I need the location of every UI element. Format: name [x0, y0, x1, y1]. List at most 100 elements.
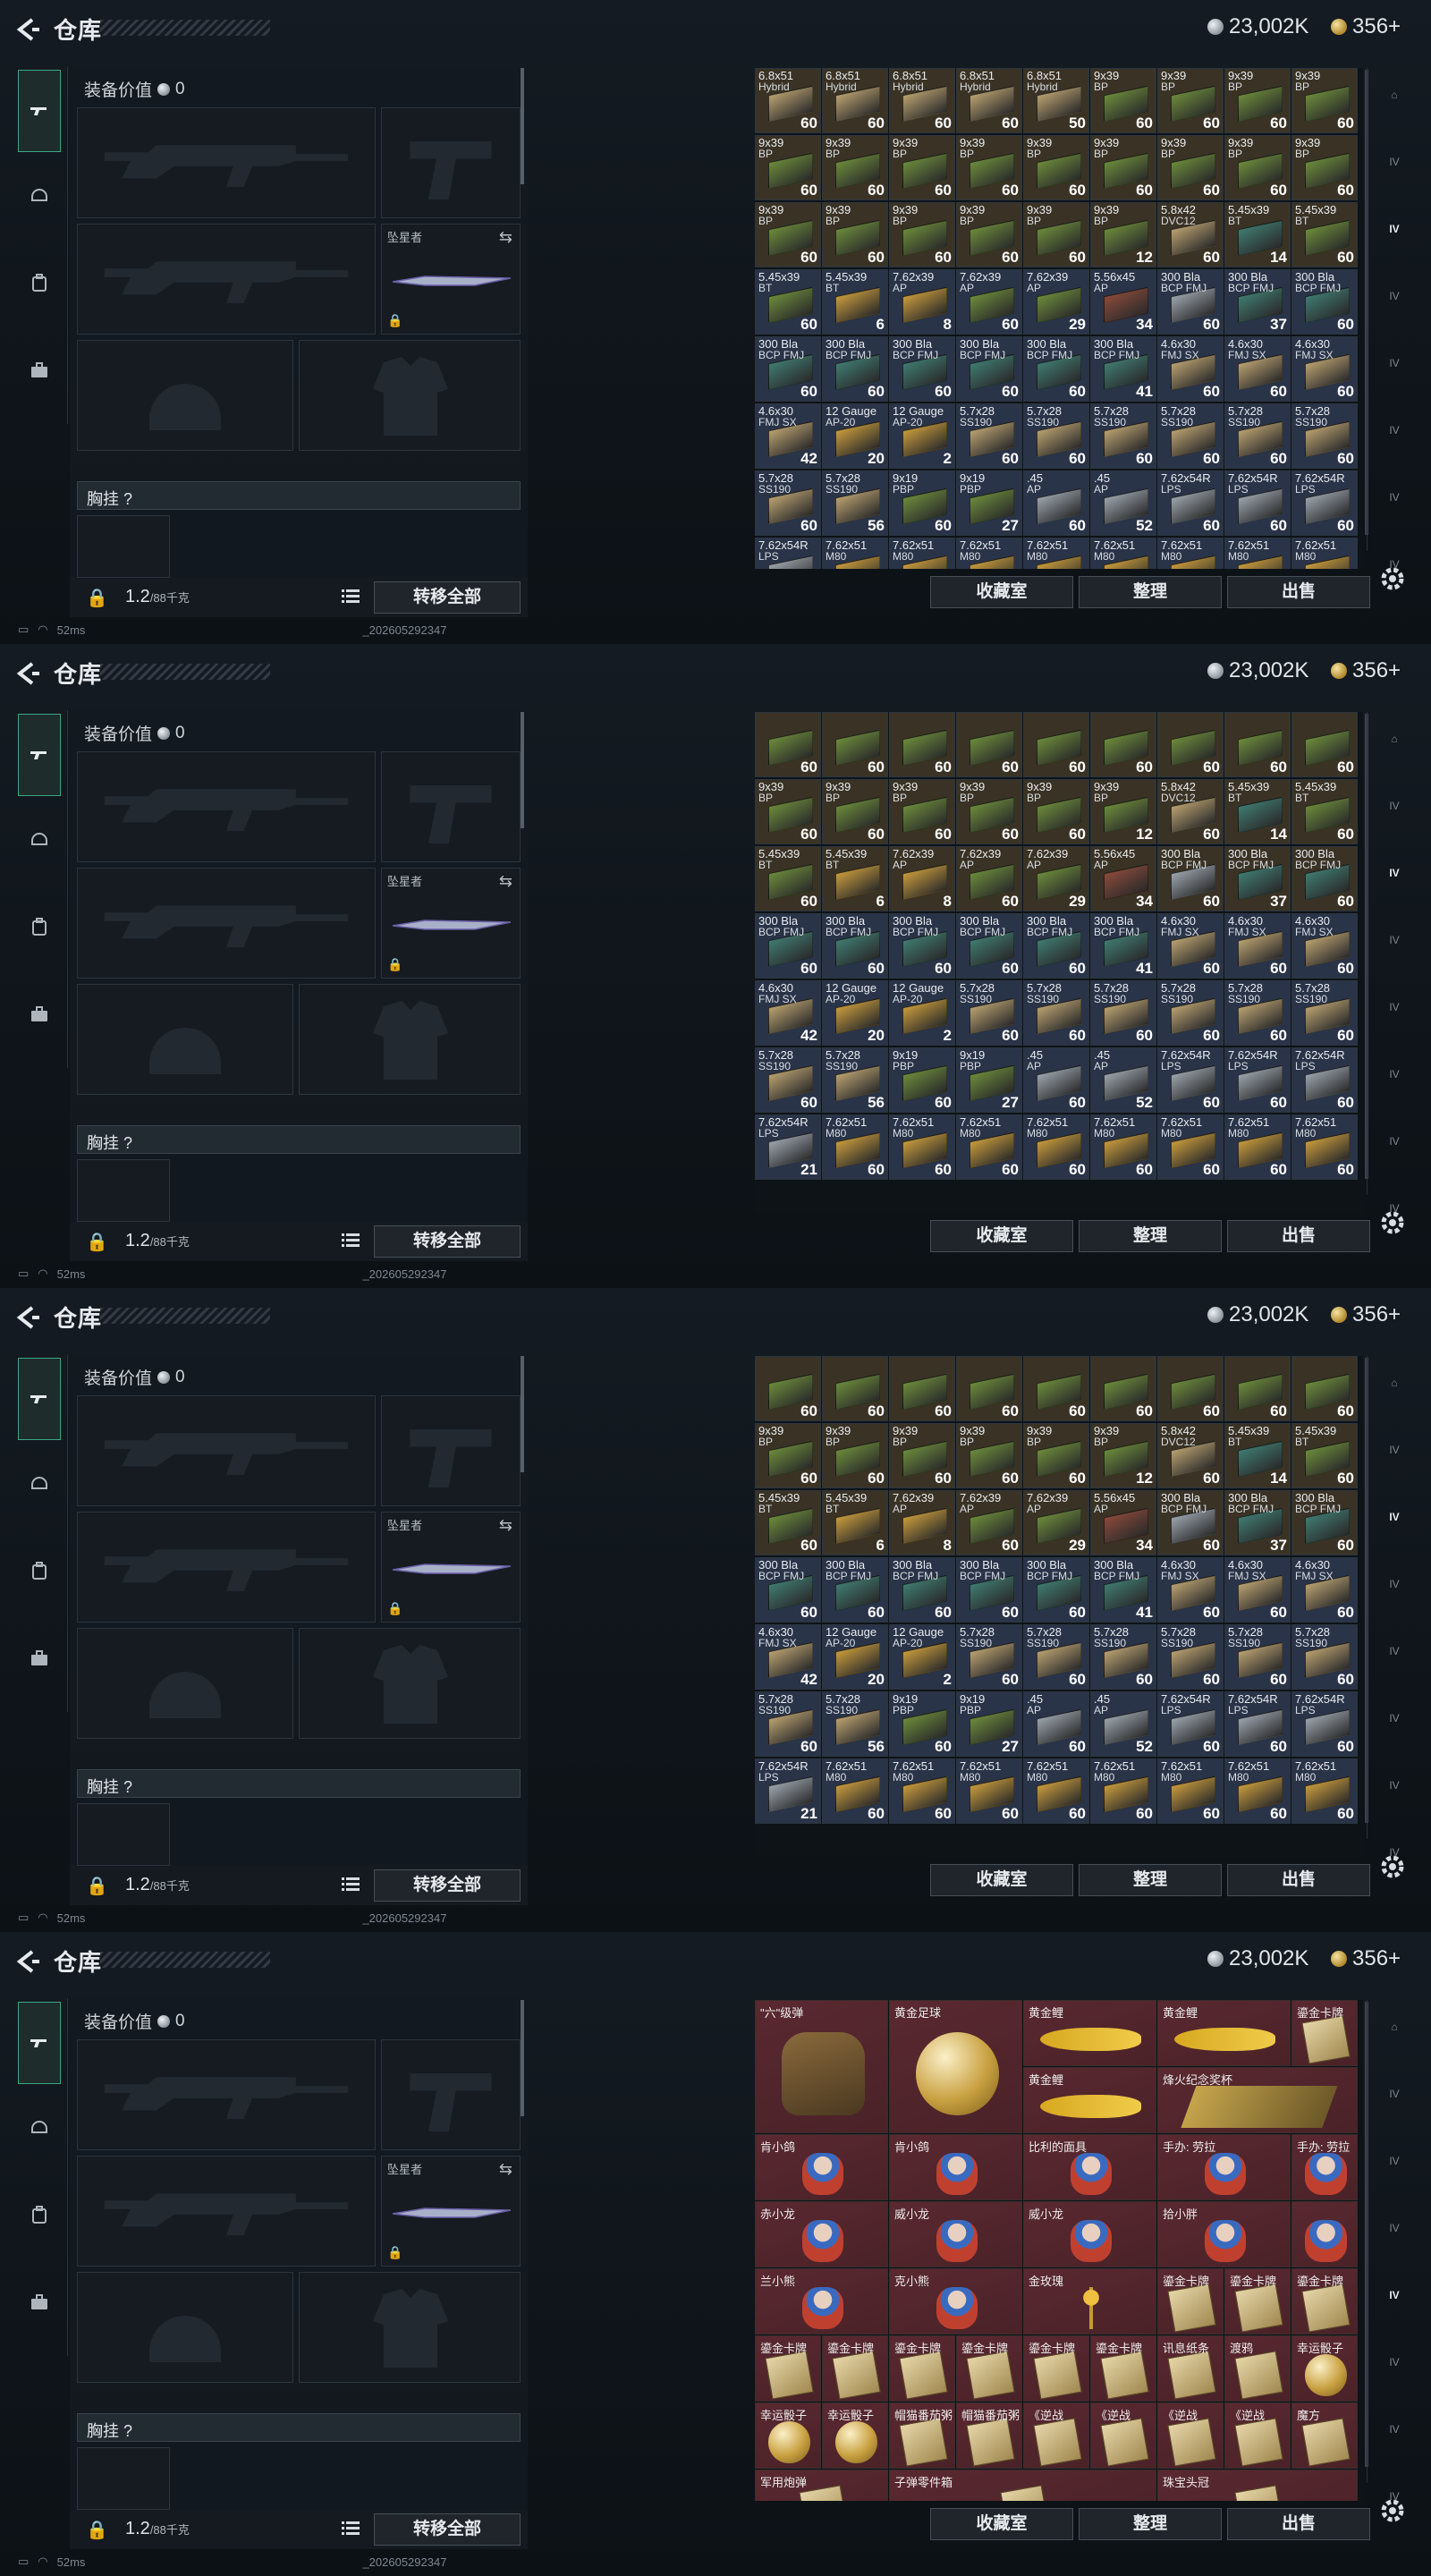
swap-icon[interactable]: ⇆ [499, 2160, 512, 2179]
ammo-cell[interactable]: 9x39 BP 60 [1023, 135, 1089, 200]
ammo-cell[interactable]: 7.62x54R LPS 60 [1291, 1691, 1358, 1757]
ammo-cell[interactable]: 7.62x39 AP 29 [1023, 269, 1089, 335]
tab-6[interactable]: IV [1376, 2411, 1412, 2447]
transfer-all-button[interactable]: 转移全部 [374, 581, 521, 614]
tab-home[interactable]: ⌂ [1376, 77, 1412, 113]
melee-slot[interactable]: 坠星者 ⇆ 🔒 [381, 2156, 521, 2267]
ammo-cell[interactable]: 7.62x51 M80 60 [1090, 1758, 1156, 1824]
ammo-cell[interactable]: 300 Bla BCP FMJ 60 [1157, 269, 1224, 335]
stash-grid[interactable]: 6.8x51 Hybrid 60 6.8x51 Hybrid 60 6.8x51 Hybrid… [755, 68, 1363, 569]
nav-weapons[interactable] [18, 714, 61, 796]
collectible-item[interactable]: 手办: 劳拉 [1291, 2134, 1358, 2200]
settings-gear-icon[interactable] [1377, 1852, 1408, 1882]
chest-rig-slot[interactable] [77, 1803, 170, 1866]
ammo-cell[interactable]: 5.56x45 AP 34 [1090, 269, 1156, 335]
ammo-cell[interactable]: 5.7x28 SS190 60 [1090, 403, 1156, 469]
ammo-cell[interactable]: 5.7x28 SS190 60 [1023, 403, 1089, 469]
tab-1[interactable]: IV [1376, 2076, 1412, 2112]
ammo-cell[interactable]: 9x39 BP 60 [755, 135, 821, 200]
collectible-item[interactable]: 《逆战 [1023, 2402, 1089, 2469]
ammo-cell[interactable]: 9x19 PBP 27 [956, 1047, 1022, 1113]
tab-2[interactable]: IV [1376, 1499, 1412, 1535]
gold-currency[interactable]: 356+ [1331, 1302, 1401, 1327]
collection-button[interactable]: 收藏室 [930, 1864, 1073, 1896]
armor-slot[interactable] [299, 984, 521, 1095]
ammo-cell[interactable]: 300 Bla BCP FMJ 60 [755, 1557, 821, 1623]
sell-button[interactable]: 出售 [1227, 1864, 1370, 1896]
ammo-cell[interactable]: 9x19 PBP 60 [889, 1047, 955, 1113]
chest-rig-slot[interactable] [77, 2447, 170, 2510]
sort-button[interactable]: 整理 [1079, 2508, 1222, 2540]
ammo-cell[interactable]: 60 [755, 1356, 821, 1421]
swap-icon[interactable]: ⇆ [499, 228, 512, 247]
ammo-cell[interactable]: 5.7x28 SS190 60 [1291, 403, 1358, 469]
tab-4[interactable]: IV [1376, 2277, 1412, 2313]
ammo-cell[interactable]: 5.45x39 BT 60 [1291, 1423, 1358, 1488]
tab-1[interactable]: IV [1376, 788, 1412, 824]
loadout-scrollbar[interactable] [521, 68, 524, 184]
collectible-item[interactable]: 赤小龙 [755, 2201, 888, 2267]
ammo-cell[interactable]: 4.6x30 FMJ SX 60 [1157, 1557, 1224, 1623]
ammo-cell[interactable]: .45 AP 60 [1023, 470, 1089, 536]
sort-button[interactable]: 整理 [1079, 576, 1222, 608]
tab-2[interactable]: IV [1376, 2143, 1412, 2179]
ammo-cell[interactable]: 60 [1157, 712, 1224, 777]
tab-5[interactable]: IV [1376, 1700, 1412, 1736]
tab-home[interactable]: ⌂ [1376, 721, 1412, 757]
ammo-cell[interactable]: 9x39 BP 60 [1023, 779, 1089, 844]
list-icon[interactable] [342, 1877, 360, 1893]
ammo-cell[interactable]: 4.6x30 FMJ SX 60 [1224, 336, 1291, 402]
nav-backpack[interactable] [18, 261, 61, 304]
ammo-cell[interactable]: 5.45x39 BT 60 [1291, 779, 1358, 844]
ammo-cell[interactable]: 9x39 BP 60 [822, 135, 888, 200]
ammo-cell[interactable]: 7.62x51 M80 [1157, 538, 1224, 569]
ammo-cell[interactable]: 60 [1090, 712, 1156, 777]
collectible-item[interactable]: 渡鸦 [1224, 2335, 1291, 2402]
loadout-scrollbar[interactable] [521, 712, 524, 828]
transfer-all-button[interactable]: 转移全部 [374, 2513, 521, 2546]
ammo-cell[interactable]: 300 Bla BCP FMJ 60 [1023, 913, 1089, 979]
armor-slot[interactable] [299, 1628, 521, 1739]
ammo-cell[interactable]: 60 [822, 712, 888, 777]
secondary-weapon-slot[interactable] [77, 2156, 376, 2267]
ammo-cell[interactable]: 5.45x39 BT 60 [755, 846, 821, 911]
ammo-cell[interactable]: 5.7x28 SS190 60 [1090, 1624, 1156, 1690]
ammo-cell[interactable]: 5.45x39 BT 14 [1224, 202, 1291, 267]
ammo-cell[interactable]: 9x19 PBP 27 [956, 1691, 1022, 1757]
ammo-cell[interactable]: 9x39 BP 60 [956, 1423, 1022, 1488]
ammo-cell[interactable]: .45 AP 52 [1090, 1047, 1156, 1113]
ammo-cell[interactable]: 9x39 BP 60 [889, 202, 955, 267]
ammo-cell[interactable]: 9x39 BP 60 [1023, 202, 1089, 267]
pistol-slot[interactable] [381, 107, 521, 218]
collectible-item[interactable]: 黄金鲤 [1023, 2000, 1156, 2066]
ammo-cell[interactable]: 300 Bla BCP FMJ 60 [956, 336, 1022, 402]
ammo-cell[interactable]: 5.7x28 SS190 60 [1157, 403, 1224, 469]
collectible-item[interactable]: 黄金鲤 [1023, 2067, 1156, 2133]
pistol-slot[interactable] [381, 1395, 521, 1506]
collection-button[interactable]: 收藏室 [930, 2508, 1073, 2540]
collectible-item[interactable]: 肯小鸽 [889, 2134, 1022, 2200]
ammo-cell[interactable]: 5.45x39 BT 60 [755, 1490, 821, 1555]
ammo-cell[interactable]: 12 Gauge AP-20 2 [889, 403, 955, 469]
collectible-item[interactable]: 兰小熊 [755, 2268, 888, 2334]
collectible-item[interactable]: 帽猫番茄粥 [889, 2402, 955, 2469]
tab-6[interactable]: IV [1376, 1123, 1412, 1159]
collectible-item[interactable]: 烽火纪念奖杯 [1157, 2067, 1358, 2133]
ammo-cell[interactable]: 9x39 BP 60 [822, 202, 888, 267]
ammo-cell[interactable]: 4.6x30 FMJ SX 42 [755, 1624, 821, 1690]
ammo-cell[interactable]: 7.62x51 M80 [822, 538, 888, 569]
tab-4[interactable]: IV [1376, 345, 1412, 381]
ammo-cell[interactable]: 5.45x39 BT 14 [1224, 1423, 1291, 1488]
tab-3[interactable]: IV [1376, 1566, 1412, 1602]
ammo-cell[interactable]: 5.7x28 SS190 60 [1224, 403, 1291, 469]
ammo-cell[interactable]: 6.8x51 Hybrid 60 [755, 68, 821, 133]
ammo-cell[interactable]: 7.62x51 M80 [1023, 538, 1089, 569]
sort-button[interactable]: 整理 [1079, 1220, 1222, 1252]
ammo-cell[interactable]: 300 Bla BCP FMJ 41 [1090, 1557, 1156, 1623]
ammo-cell[interactable]: 300 Bla BCP FMJ 60 [822, 1557, 888, 1623]
ammo-cell[interactable]: 7.62x51 M80 60 [1157, 1758, 1224, 1824]
collectible-item[interactable]: 《逆战 [1157, 2402, 1224, 2469]
collectible-item[interactable]: 鎏金卡牌 [822, 2335, 888, 2402]
ammo-cell[interactable]: 7.62x39 AP 8 [889, 1490, 955, 1555]
pistol-slot[interactable] [381, 2039, 521, 2150]
